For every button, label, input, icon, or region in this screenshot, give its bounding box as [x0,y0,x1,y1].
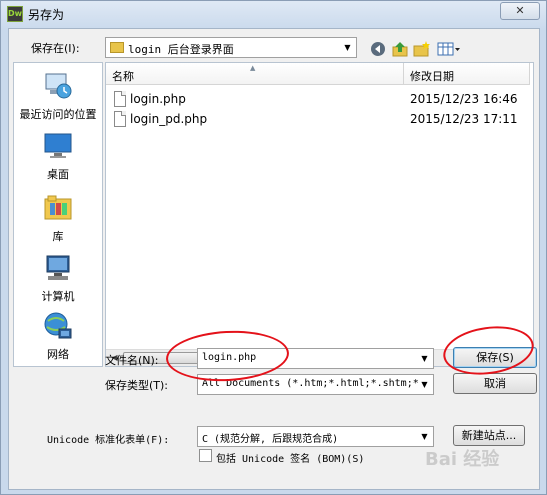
column-header-name[interactable]: 名称 ▲ [106,63,404,85]
save-in-value: login 后台登录界面 [128,43,234,56]
place-label: 库 [52,230,64,243]
folder-icon [110,42,124,53]
recent-places-icon [45,73,72,99]
place-computer[interactable]: 计算机 [14,253,102,304]
file-date: 2015/12/23 16:46 [410,92,518,106]
place-label: 网络 [47,348,69,361]
place-label: 计算机 [41,290,75,303]
place-network[interactable]: 网络 [14,311,102,362]
file-list: 名称 ▲ 修改日期 login.php 2015/12/23 16:46 log… [105,62,534,367]
back-icon[interactable] [369,41,387,57]
cancel-button[interactable]: 取消 [453,373,537,394]
column-header-date[interactable]: 修改日期 [404,63,530,85]
place-desktop[interactable]: 桌面 [14,131,102,182]
column-header-label: 名称 [112,70,134,83]
chevron-down-icon[interactable]: ▼ [339,38,356,57]
file-name: login.php [130,92,186,106]
save-in-combo[interactable]: login 后台登录界面 ▼ [105,37,357,58]
filename-label: 文件名(N): [105,354,159,367]
bom-label: 包括 Unicode 签名 (BOM)(S) [216,454,365,465]
unicode-label: Unicode 标准化表单(F): [47,435,170,446]
place-libraries[interactable]: 库 [14,193,102,244]
file-name: login_pd.php [130,112,208,126]
window-title: 另存为 [28,8,65,22]
baidu-watermark: Bai 经验 [425,449,500,470]
network-icon [44,312,72,339]
chevron-down-icon[interactable]: ▼ [416,349,433,368]
place-label: 最近访问的位置 [19,108,97,121]
desktop-icon [44,133,72,158]
sort-ascending-icon: ▲ [250,64,256,72]
places-bar: 最近访问的位置 桌面 库 计算机 网络 [13,62,103,367]
php-file-icon [114,91,126,107]
chevron-down-icon[interactable]: ▼ [416,427,433,446]
column-header-label: 修改日期 [410,70,454,83]
unicode-value: C (规范分解, 后跟规范合成) [202,434,339,445]
title-bar: Dw 另存为 ✕ [1,1,546,27]
libraries-icon [44,195,72,220]
save-as-dialog: Dw 另存为 ✕ 保存在(I): login 后台登录界面 ▼ 最近访问的位置 … [0,0,547,495]
up-folder-icon[interactable] [391,41,409,57]
new-folder-icon[interactable] [413,41,431,57]
dialog-body: 保存在(I): login 后台登录界面 ▼ 最近访问的位置 桌面 库 计算机 … [8,28,540,490]
save-in-label: 保存在(I): [31,42,80,55]
php-file-icon [114,111,126,127]
new-site-button[interactable]: 新建站点... [453,425,525,446]
chevron-down-icon[interactable]: ▼ [416,375,433,394]
close-button[interactable]: ✕ [500,2,540,20]
bom-checkbox[interactable] [199,449,212,462]
unicode-select[interactable]: C (规范分解, 后跟规范合成) ▼ [197,426,434,447]
file-row[interactable]: login.php 2015/12/23 16:46 [106,89,533,109]
filetype-label: 保存类型(T): [105,379,169,392]
file-date: 2015/12/23 17:11 [410,112,518,126]
file-row[interactable]: login_pd.php 2015/12/23 17:11 [106,109,533,129]
dreamweaver-app-icon: Dw [7,6,23,22]
place-label: 桌面 [47,168,69,181]
computer-icon [46,255,70,280]
view-menu-icon[interactable] [437,41,461,57]
place-recent[interactable]: 最近访问的位置 [14,71,102,122]
